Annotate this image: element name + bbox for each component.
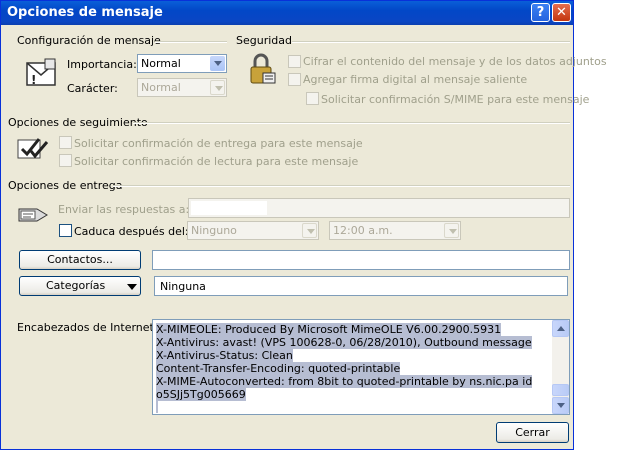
categories-button-label: Categorías	[46, 279, 106, 292]
reply-to-blank-area	[191, 201, 267, 215]
character-value: Normal	[141, 81, 181, 94]
chevron-down-icon[interactable]	[302, 223, 317, 238]
sign-checkbox[interactable]	[288, 73, 301, 86]
read-receipt-checkbox[interactable]	[59, 154, 72, 167]
character-select[interactable]: Normal	[137, 78, 227, 97]
message-envelope-icon: !	[26, 58, 56, 87]
header-line: X-Antivirus: avast! (VPS 100628-0, 06/28…	[156, 336, 532, 349]
character-label: Carácter:	[67, 82, 118, 95]
chevron-down-icon[interactable]	[210, 80, 225, 95]
header-line: o5SJj5Tg005669	[156, 388, 246, 401]
message-options-dialog: Opciones de mensaje ? ✕ Configuración de…	[0, 0, 607, 450]
sign-label: Agregar firma digital al mensaje salient…	[303, 73, 528, 86]
delivery-divider	[113, 185, 570, 187]
header-line: X-MIME-Autoconverted: from 8bit to quote…	[156, 375, 533, 388]
scroll-up-icon[interactable]	[552, 320, 569, 337]
config-section-label: Configuración de mensaje	[17, 34, 161, 47]
smime-label: Solicitar confirmación S/MIME para este …	[321, 93, 590, 106]
tracking-divider	[133, 122, 570, 124]
header-line: Content-Transfer-Encoding: quoted-printa…	[156, 362, 401, 375]
contacts-button[interactable]: Contactos...	[19, 250, 141, 270]
chevron-down-icon[interactable]	[210, 56, 225, 71]
header-line: X-MIMEOLE: Produced By Microsoft MimeOLE…	[156, 323, 502, 336]
categories-button[interactable]: Categorías	[19, 276, 141, 296]
security-lock-icon	[250, 53, 276, 84]
dropdown-arrow-icon	[127, 284, 137, 290]
title-bar[interactable]: Opciones de mensaje ? ✕	[1, 1, 573, 25]
close-window-button[interactable]: ✕	[552, 3, 571, 22]
security-section-label: Seguridad	[236, 34, 292, 47]
reply-to-label: Enviar las respuestas a:	[58, 203, 190, 216]
categories-value: Ninguna	[160, 280, 206, 293]
importance-label: Importancia:	[67, 58, 137, 71]
smime-checkbox[interactable]	[306, 92, 319, 105]
internet-headers-textarea[interactable]: X-MIMEOLE: Produced By Microsoft MimeOLE…	[152, 319, 570, 415]
scroll-down-icon[interactable]	[552, 397, 569, 414]
expires-date-select[interactable]: Ninguno	[187, 221, 319, 240]
tracking-check-icon	[17, 138, 49, 159]
internet-headers-label: Encabezados de Internet:	[17, 321, 158, 334]
tracking-section-label: Opciones de seguimiento	[8, 116, 148, 129]
window-title: Opciones de mensaje	[7, 5, 163, 20]
encrypt-label: Cifrar el contenido del mensaje y de los…	[303, 55, 607, 68]
help-button[interactable]: ?	[531, 3, 550, 22]
security-divider	[292, 41, 570, 43]
reply-to-field[interactable]	[188, 198, 570, 218]
header-line-empty	[156, 401, 158, 413]
expires-time-value: 12:00 a.m.	[333, 224, 393, 237]
delivery-hand-icon	[18, 208, 48, 222]
importance-select[interactable]: Normal	[137, 54, 227, 73]
expires-label: Caduca después del:	[74, 225, 189, 238]
read-receipt-label: Solicitar confirmación de lectura para e…	[74, 155, 359, 168]
delivery-receipt-checkbox[interactable]	[59, 136, 72, 149]
expires-time-select[interactable]: 12:00 a.m.	[329, 221, 461, 240]
encrypt-checkbox[interactable]	[288, 55, 301, 68]
contacts-field[interactable]	[152, 250, 570, 270]
internet-headers-text: X-MIMEOLE: Produced By Microsoft MimeOLE…	[156, 323, 551, 414]
svg-text:!: !	[31, 73, 36, 87]
categories-field[interactable]: Ninguna	[154, 276, 568, 296]
chevron-down-icon[interactable]	[444, 223, 459, 238]
close-button[interactable]: Cerrar	[496, 422, 569, 443]
expires-date-value: Ninguno	[191, 224, 237, 237]
expires-checkbox[interactable]	[59, 224, 72, 237]
config-divider	[155, 41, 227, 43]
scroll-thumb[interactable]	[552, 384, 569, 396]
delivery-section-label: Opciones de entrega	[8, 179, 123, 192]
delivery-receipt-label: Solicitar confirmación de entrega para e…	[74, 137, 363, 150]
headers-scrollbar[interactable]	[552, 320, 569, 414]
header-line: X-Antivirus-Status: Clean	[156, 349, 293, 362]
importance-value: Normal	[141, 57, 181, 70]
